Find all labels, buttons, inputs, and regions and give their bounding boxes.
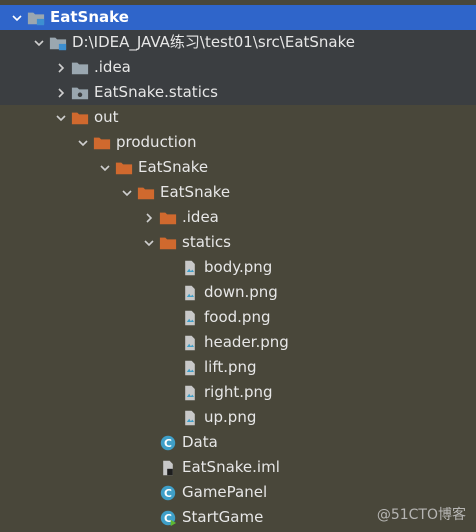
tree-label-pkg-idea: .idea (182, 208, 219, 226)
tree-row-statics[interactable]: statics (0, 230, 476, 255)
tree-label-statics: statics (182, 233, 231, 251)
tree-row-data-class[interactable]: C Data (0, 430, 476, 455)
java-class-icon: C (158, 483, 178, 503)
tree-label-file: food.png (204, 308, 271, 326)
image-file-icon (180, 383, 200, 403)
chevron-down-icon[interactable] (74, 134, 92, 152)
tree-label-startgame-class: StartGame (182, 508, 264, 526)
tree-label-file: up.png (204, 408, 257, 426)
tree-label-file: right.png (204, 383, 273, 401)
tree-label-file: lift.png (204, 358, 257, 376)
tree-row-pkg-idea[interactable]: .idea (0, 205, 476, 230)
tree-row-prod-package[interactable]: EatSnake (0, 180, 476, 205)
tree-row-file[interactable]: body.png (0, 255, 476, 280)
runnable-class-icon: C (158, 508, 178, 528)
tree-label-file: body.png (204, 258, 273, 276)
chevron-down-icon[interactable] (140, 234, 158, 252)
image-file-icon (180, 408, 200, 428)
tree-row-production[interactable]: production (0, 130, 476, 155)
folder-icon (70, 108, 90, 128)
image-file-icon (180, 283, 200, 303)
chevron-down-icon[interactable] (8, 9, 26, 27)
chevron-right-icon[interactable] (52, 59, 70, 77)
tree-row-statics-package[interactable]: EatSnake.statics (0, 80, 476, 105)
module-folder-icon (48, 33, 68, 53)
folder-icon (92, 133, 112, 153)
tree-row-iml[interactable]: EatSnake.iml (0, 455, 476, 480)
tree-label-statics-package: EatSnake.statics (94, 83, 218, 101)
tree-label-out: out (94, 108, 119, 126)
package-folder-icon (70, 83, 90, 103)
tree-row-prod-module[interactable]: EatSnake (0, 155, 476, 180)
chevron-down-icon[interactable] (52, 109, 70, 127)
tree-row-idea[interactable]: .idea (0, 55, 476, 80)
tree-row-root[interactable]: EatSnake (0, 5, 476, 30)
svg-text:C: C (164, 487, 172, 500)
image-file-icon (180, 358, 200, 378)
tree-label-prod-module: EatSnake (138, 158, 209, 176)
tree-label-prod-package: EatSnake (160, 183, 231, 201)
tree-row-file[interactable]: down.png (0, 280, 476, 305)
tree-label-data-class: Data (182, 433, 218, 451)
folder-icon (70, 58, 90, 78)
chevron-down-icon[interactable] (96, 159, 114, 177)
tree-label-idea: .idea (94, 58, 131, 76)
tree-row-file[interactable]: up.png (0, 405, 476, 430)
tree-label-file: down.png (204, 283, 278, 301)
tree-label-production: production (116, 133, 197, 151)
tree-row-module[interactable]: D:\IDEA_JAVA练习\test01\src\EatSnake (0, 30, 476, 55)
module-folder-icon (26, 8, 46, 28)
svg-text:C: C (164, 437, 172, 450)
watermark: @51CTO博客 (376, 507, 466, 523)
folder-icon (158, 233, 178, 253)
folder-icon (114, 158, 134, 178)
chevron-right-icon[interactable] (140, 209, 158, 227)
tree-label-root: EatSnake (50, 8, 129, 26)
tree-row-file[interactable]: lift.png (0, 355, 476, 380)
tree-row-file[interactable]: right.png (0, 380, 476, 405)
tree-row-gamepanel-class[interactable]: C GamePanel (0, 480, 476, 505)
folder-icon (136, 183, 156, 203)
image-file-icon (180, 308, 200, 328)
chevron-down-icon[interactable] (30, 34, 48, 52)
tree-row-file[interactable]: food.png (0, 305, 476, 330)
iml-file-icon (158, 458, 178, 478)
tree-row-out[interactable]: out (0, 105, 476, 130)
tree-label-module: D:\IDEA_JAVA练习\test01\src\EatSnake (72, 33, 356, 51)
folder-icon (158, 208, 178, 228)
tree-label-file: header.png (204, 333, 289, 351)
tree-label-gamepanel-class: GamePanel (182, 483, 268, 501)
image-file-icon (180, 333, 200, 353)
chevron-down-icon[interactable] (118, 184, 136, 202)
tree-label-iml: EatSnake.iml (182, 458, 280, 476)
tree-row-file[interactable]: header.png (0, 330, 476, 355)
chevron-right-icon[interactable] (52, 84, 70, 102)
java-class-icon: C (158, 433, 178, 453)
image-file-icon (180, 258, 200, 278)
